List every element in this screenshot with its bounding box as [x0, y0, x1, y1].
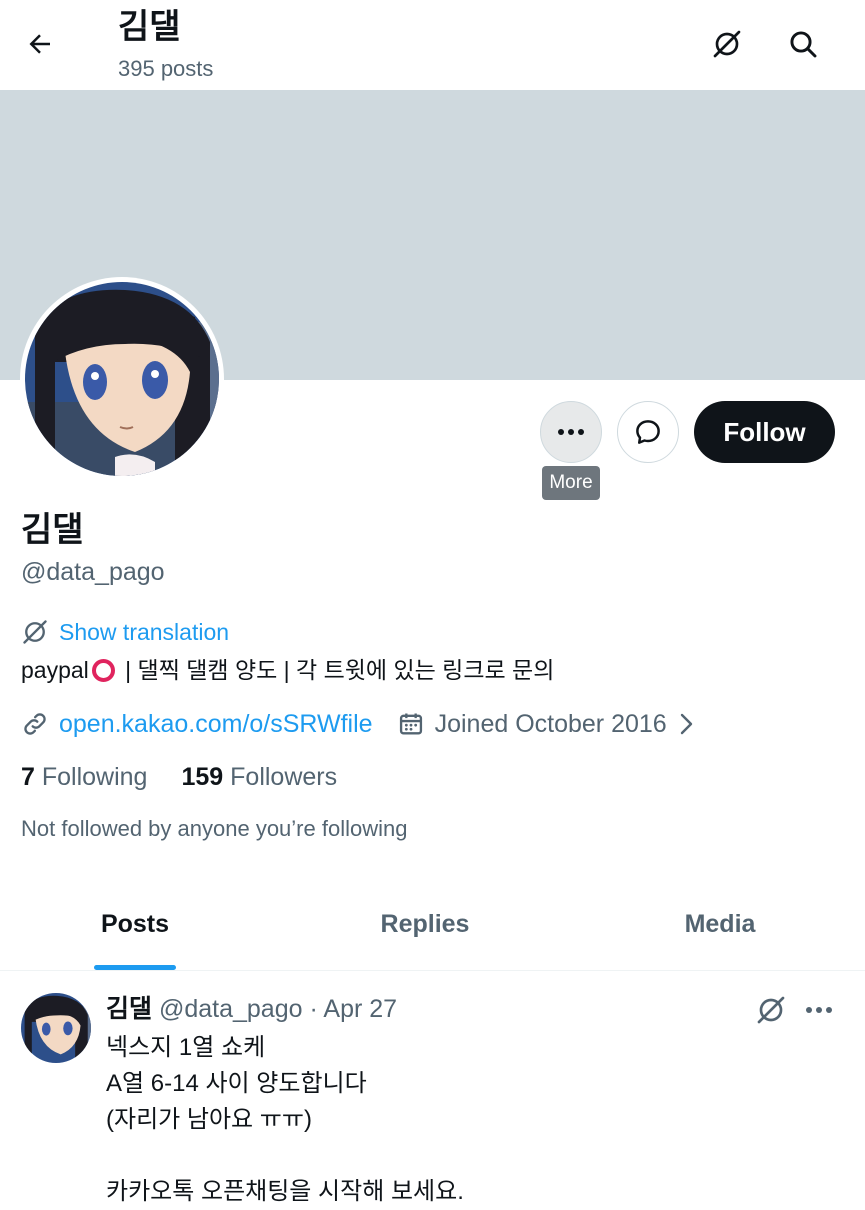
profile-bio: paypal | 댈찍 댈캠 양도 | 각 트윗에 있는 링크로 문의	[21, 653, 554, 687]
following-label: Following	[41, 763, 148, 791]
link-icon	[24, 713, 46, 735]
profile-name: 김댈	[21, 511, 84, 549]
tab-media[interactable]: Media	[585, 880, 855, 969]
translate-button[interactable]	[704, 21, 750, 67]
post-header: 김댈 @data_pago · Apr 27	[106, 992, 397, 1026]
follow-button[interactable]: Follow	[694, 401, 835, 463]
message-bubble-icon	[636, 420, 660, 444]
avatar-image	[21, 993, 91, 1063]
header-title: 김댈	[118, 8, 181, 46]
post-line	[106, 1138, 464, 1174]
back-button[interactable]	[18, 22, 62, 66]
post-more-button[interactable]	[796, 987, 842, 1033]
post-author-name[interactable]: 김댈	[106, 995, 152, 1023]
profile-avatar[interactable]	[20, 277, 224, 481]
more-tooltip: More	[542, 466, 600, 500]
tab-replies[interactable]: Replies	[290, 880, 560, 969]
tab-media-label: Media	[684, 910, 756, 938]
following-count: 7	[21, 763, 35, 791]
translate-icon	[757, 996, 785, 1024]
profile-link[interactable]: open.kakao.com/o/sSRWfile	[59, 710, 373, 739]
post-avatar[interactable]	[21, 993, 91, 1063]
calendar-icon	[399, 713, 422, 735]
followers-link[interactable]: 159 Followers	[181, 760, 337, 794]
chevron-right-icon[interactable]	[675, 711, 697, 737]
follow-counts: 7 Following 159 Followers	[21, 760, 337, 794]
message-button[interactable]	[617, 401, 679, 463]
tab-posts[interactable]: Posts	[0, 880, 270, 969]
post-date[interactable]: Apr 27	[323, 995, 397, 1023]
post-line: 넥스지 1열 쇼케	[106, 1034, 266, 1061]
post-line: (자리가 남아요 ㅠㅠ)	[106, 1106, 312, 1133]
profile-handle: @data_pago	[21, 558, 165, 586]
header-post-count: 395 posts	[118, 56, 214, 81]
active-tab-indicator	[94, 965, 176, 970]
avatar-image	[25, 282, 219, 476]
post-author-handle[interactable]: @data_pago	[159, 995, 303, 1023]
post-line: A열 6-14 사이 양도합니다	[106, 1070, 367, 1097]
tab-replies-label: Replies	[380, 910, 470, 938]
search-button[interactable]	[780, 21, 826, 67]
show-translation-link[interactable]: Show translation	[21, 615, 229, 649]
post-line: 카카오톡 오픈채팅을 시작해 보세요.	[106, 1178, 464, 1205]
more-button[interactable]	[540, 401, 602, 463]
show-translation-label: Show translation	[59, 618, 230, 645]
more-dots-icon	[806, 1007, 832, 1013]
translate-icon	[713, 30, 741, 58]
search-icon	[790, 31, 817, 58]
tab-posts-label: Posts	[100, 910, 170, 938]
following-link[interactable]: 7 Following	[21, 760, 147, 794]
more-dots-icon	[558, 429, 584, 435]
not-followed-note: Not followed by anyone you’re following	[21, 816, 408, 841]
followers-count: 159	[181, 763, 224, 791]
followers-label: Followers	[230, 763, 338, 791]
joined-date: Joined October 2016	[434, 709, 667, 738]
arrow-left-icon	[29, 34, 50, 54]
post-body: 넥스지 1열 쇼케 A열 6-14 사이 양도합니다 (자리가 남아요 ㅠㅠ) …	[106, 1030, 464, 1210]
bio-prefix: paypal	[21, 657, 89, 683]
profile-meta-row: open.kakao.com/o/sSRWfile Joined October…	[21, 706, 697, 742]
post-translate-button[interactable]	[748, 987, 794, 1033]
translate-icon	[23, 620, 47, 644]
red-circle-emoji	[91, 658, 115, 682]
bio-suffix: | 댈찍 댈캠 양도 | 각 트윗에 있는 링크로 문의	[118, 657, 555, 683]
post-separator: ·	[309, 995, 318, 1023]
profile-tabs: Posts Replies Media	[0, 880, 865, 971]
